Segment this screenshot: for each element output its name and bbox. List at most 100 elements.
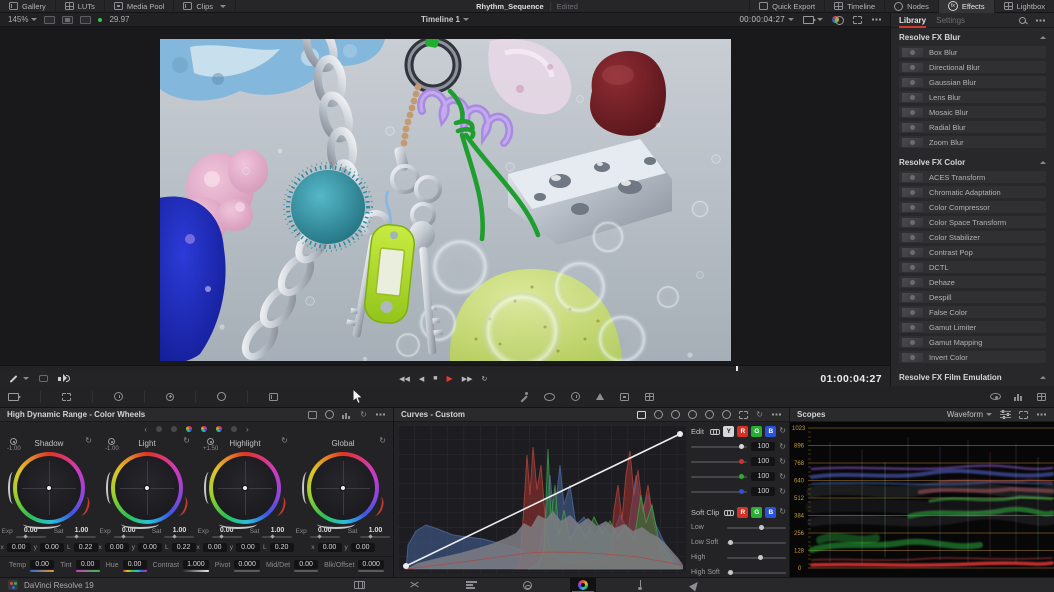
g-gain-value[interactable]: 100 (751, 472, 775, 481)
wheel-reset-icon[interactable]: ↻ (85, 437, 92, 445)
contrast-value[interactable]: 1.000 (183, 560, 209, 569)
expand-viewer-icon[interactable] (853, 16, 862, 24)
curves-graph[interactable] (398, 425, 686, 573)
wheel-mode-icon[interactable] (325, 410, 334, 419)
reset-icon[interactable]: ↻ (779, 473, 786, 481)
tab-library[interactable]: Library (899, 13, 926, 28)
soft-clip-low-slider[interactable] (727, 527, 786, 529)
bars-mode-icon[interactable] (342, 411, 352, 419)
luts-button[interactable]: LUTs (56, 0, 105, 13)
y-value[interactable]: 0.00 (351, 543, 375, 552)
y-value[interactable]: 0.00 (40, 543, 64, 552)
qualifier-picker-icon[interactable] (519, 392, 528, 401)
search-icon[interactable] (1019, 17, 1026, 24)
link-channels-icon[interactable] (710, 427, 720, 435)
fx-item-gamut-mapping[interactable]: Gamut Mapping (899, 336, 1046, 348)
curve-hue-vs-hue-icon[interactable] (654, 410, 663, 419)
patch-replace-icon[interactable] (620, 393, 629, 401)
pager-dot-active[interactable] (201, 426, 207, 432)
exposure-slider[interactable] (16, 536, 46, 538)
scope-mode-dropdown[interactable]: Waveform (947, 410, 992, 419)
go-to-end-button[interactable]: ▶▶ (462, 375, 473, 383)
wheel-reset-icon[interactable]: ↻ (183, 437, 190, 445)
color-wheels-icon[interactable] (832, 15, 844, 24)
viewer-timecode-dropdown[interactable]: 00:00:04:27 (739, 15, 794, 24)
fx-item-aces-transform[interactable]: ACES Transform (899, 171, 1046, 183)
fx-item-lens-blur[interactable]: Lens Blur (899, 91, 1046, 103)
clips-button[interactable]: Clips (174, 0, 236, 13)
section-resolve-fx-color[interactable]: Resolve FX Color (891, 153, 1054, 170)
visibility-icon[interactable] (990, 393, 1001, 400)
reset-palette-icon[interactable]: ↻ (360, 411, 367, 419)
curve-hue-vs-sat-icon[interactable] (671, 410, 680, 419)
zone-icon[interactable] (207, 438, 214, 445)
pager-dot-active[interactable] (216, 426, 222, 432)
black-offset-value[interactable]: 0.000 (358, 560, 384, 569)
soft-clip-r-button[interactable]: R (737, 507, 748, 518)
soft-clip-g-button[interactable]: G (751, 507, 762, 518)
temp-value[interactable]: 0.00 (30, 560, 54, 569)
grab-still-tool-icon[interactable] (8, 393, 19, 401)
viewer-options-menu[interactable] (871, 18, 882, 21)
fx-item-zoom-blur[interactable]: Zoom Blur (899, 136, 1046, 148)
palette-options-menu[interactable] (1036, 413, 1047, 416)
channel-b-button[interactable]: B (765, 426, 776, 437)
lightbox-button[interactable]: Lightbox (994, 0, 1054, 13)
zoom-level-dropdown[interactable]: 145% (8, 15, 37, 24)
wheel-reset-icon[interactable]: ↻ (379, 437, 386, 445)
x-value[interactable]: 0.00 (7, 543, 31, 552)
zone-icon[interactable] (108, 438, 115, 445)
channel-y-button[interactable]: Y (723, 426, 734, 437)
mid-detail-value[interactable]: 0.00 (294, 560, 318, 569)
b-gain-value[interactable]: 100 (751, 487, 775, 496)
quick-export-button[interactable]: Quick Export (749, 0, 824, 13)
curve-custom-icon[interactable] (637, 411, 646, 419)
exposure-slider[interactable] (310, 536, 340, 538)
color-wheel[interactable] (307, 452, 379, 524)
single-viewer-toggle[interactable] (44, 16, 55, 24)
saturation-slider[interactable] (262, 536, 292, 538)
r-gain-slider[interactable] (691, 461, 747, 463)
fx-item-contrast-pop[interactable]: Contrast Pop (899, 246, 1046, 258)
bypass-icon[interactable] (39, 375, 48, 382)
page-deliver[interactable] (682, 578, 708, 592)
go-to-start-button[interactable]: ◀◀ (399, 375, 410, 383)
step-back-button[interactable]: ◀ (419, 375, 424, 383)
zone-icon[interactable] (10, 438, 17, 445)
channel-g-button[interactable]: G (751, 426, 762, 437)
curve-lum-vs-sat-icon[interactable] (705, 410, 714, 419)
page-cut[interactable] (402, 578, 428, 592)
enhanced-viewer-toggle[interactable] (80, 16, 91, 24)
x-value[interactable]: 0.00 (105, 543, 129, 552)
curve-sat-vs-sat-icon[interactable] (722, 410, 731, 419)
b-gain-slider[interactable] (691, 491, 747, 493)
section-resolve-fx-film-emulation[interactable]: Resolve FX Film Emulation (891, 368, 1054, 385)
wheel-reset-icon[interactable]: ↻ (281, 437, 288, 445)
pager-dot[interactable] (231, 426, 237, 432)
nodes-button[interactable]: Nodes (884, 0, 938, 13)
fx-item-dctl[interactable]: DCTL (899, 261, 1046, 273)
pager-dot-active[interactable] (186, 426, 192, 432)
zoom-tool-icon[interactable] (166, 393, 174, 401)
fx-item-dehaze[interactable]: Dehaze (899, 276, 1046, 288)
effects-options-menu[interactable] (1035, 19, 1046, 22)
fx-item-invert-color[interactable]: Invert Color (899, 351, 1046, 363)
saturation-slider[interactable] (66, 536, 96, 538)
panel-layout-icon[interactable] (1037, 393, 1046, 401)
effects-button[interactable]: fx Effects (938, 0, 994, 13)
split-viewer-toggle[interactable] (62, 16, 73, 24)
link-channels-icon[interactable] (724, 508, 734, 516)
fx-item-directional-blur[interactable]: Directional Blur (899, 61, 1046, 73)
tint-value[interactable]: 0.00 (76, 560, 100, 569)
saturation-slider[interactable] (360, 536, 390, 538)
saturation-slider[interactable] (164, 536, 194, 538)
x-value[interactable]: 0.00 (318, 543, 342, 552)
page-fusion[interactable] (514, 578, 540, 592)
curve-hue-vs-lum-icon[interactable] (688, 410, 697, 419)
fx-item-false-color[interactable]: False Color (899, 306, 1046, 318)
highlight-mode-icon[interactable] (645, 393, 654, 401)
y-value[interactable]: 0.00 (138, 543, 162, 552)
page-fairlight[interactable] (626, 578, 652, 592)
reset-icon[interactable]: ↻ (779, 427, 786, 435)
l-value[interactable]: 0.22 (74, 543, 98, 552)
